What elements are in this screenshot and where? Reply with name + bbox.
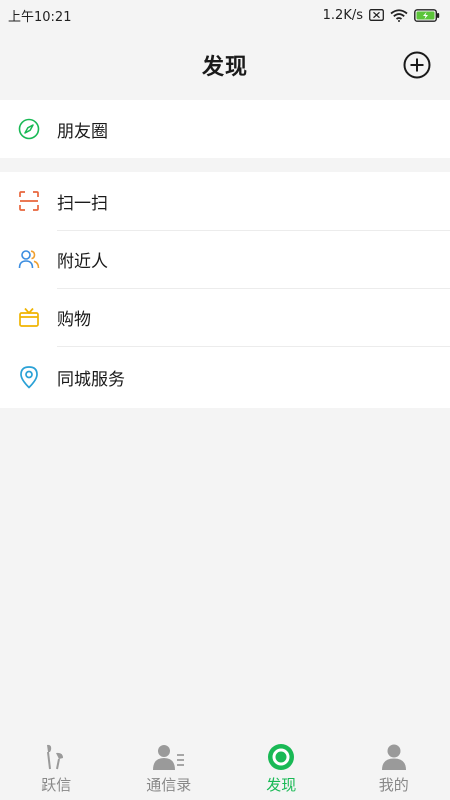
network-speed: 1.2K/s <box>322 7 363 23</box>
menu-group-moments: 朋友圈 <box>0 100 450 158</box>
contacts-icon <box>152 742 185 772</box>
plus-circle-icon <box>403 51 431 79</box>
compass-icon <box>18 118 40 140</box>
sim-off-icon <box>369 9 384 21</box>
tab-messages[interactable]: 跃信 <box>0 734 113 800</box>
menu-item-label: 同城服务 <box>57 369 125 390</box>
menu-item-label: 购物 <box>57 309 91 330</box>
app-header: 发现 <box>0 30 450 100</box>
add-button[interactable] <box>402 50 432 80</box>
menu-group-tools: 扫一扫 附近人 购物 同城服务 <box>0 172 450 408</box>
page-title: 发现 <box>201 55 248 80</box>
gift-icon <box>18 306 40 328</box>
menu-item-label: 扫一扫 <box>57 193 108 214</box>
status-time: 上午10:21 <box>8 9 72 25</box>
menu-item-local-services[interactable]: 同城服务 <box>0 346 450 408</box>
menu-item-moments[interactable]: 朋友圈 <box>0 100 450 158</box>
tab-contacts[interactable]: 通信录 <box>113 734 226 800</box>
status-right: 1.2K/s <box>323 8 440 23</box>
wifi-icon <box>390 8 408 22</box>
tab-me[interactable]: 我的 <box>338 734 450 800</box>
chat-bubbles-icon <box>43 742 69 772</box>
location-pin-icon <box>18 366 40 389</box>
bottom-tab-bar: 跃信 通信录 发现 我的 <box>0 734 450 800</box>
person-icon <box>381 742 407 772</box>
scan-icon <box>18 190 40 212</box>
tab-label: 我的 <box>378 776 409 794</box>
tab-label: 跃信 <box>41 776 72 794</box>
menu-item-shopping[interactable]: 购物 <box>0 288 450 346</box>
menu-item-scan[interactable]: 扫一扫 <box>0 172 450 230</box>
tab-discover[interactable]: 发现 <box>225 734 338 800</box>
discover-icon <box>267 742 295 772</box>
battery-charging-icon <box>414 8 440 22</box>
menu-item-label: 附近人 <box>57 251 108 272</box>
menu-item-label: 朋友圈 <box>57 121 108 142</box>
people-icon <box>18 248 40 270</box>
tab-label: 发现 <box>266 776 297 794</box>
menu-item-nearby[interactable]: 附近人 <box>0 230 450 288</box>
status-bar: 上午10:21 1.2K/s <box>0 0 450 30</box>
tab-label: 通信录 <box>146 776 192 794</box>
